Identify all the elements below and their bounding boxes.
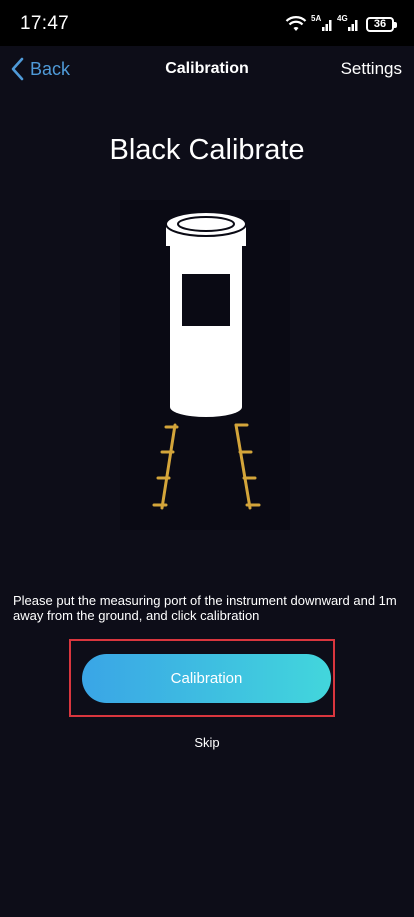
- instruction-text: Please put the measuring port of the ins…: [13, 593, 397, 623]
- battery-icon: 36: [366, 16, 397, 32]
- calibration-button[interactable]: Calibration: [82, 654, 331, 703]
- instrument-illustration: [120, 200, 290, 530]
- status-bar: 17:47 5A 4G 36: [0, 0, 414, 46]
- signal-label: 4G: [337, 14, 348, 23]
- wifi-icon: [285, 16, 307, 31]
- battery-level: 36: [373, 17, 387, 30]
- calibration-screen: 17:47 5A 4G 36 Back Calibration Settings…: [0, 0, 414, 917]
- nav-bar: Back Calibration Settings: [0, 46, 414, 92]
- status-icons: 5A 4G 36: [285, 14, 397, 34]
- signal-icon: 4G: [337, 14, 359, 33]
- signal-icon: 5A: [311, 14, 333, 33]
- skip-link[interactable]: Skip: [0, 735, 414, 750]
- signal-label: 5A: [311, 14, 322, 23]
- status-time: 17:47: [20, 13, 70, 34]
- settings-button[interactable]: Settings: [341, 59, 402, 79]
- heading: Black Calibrate: [109, 134, 305, 166]
